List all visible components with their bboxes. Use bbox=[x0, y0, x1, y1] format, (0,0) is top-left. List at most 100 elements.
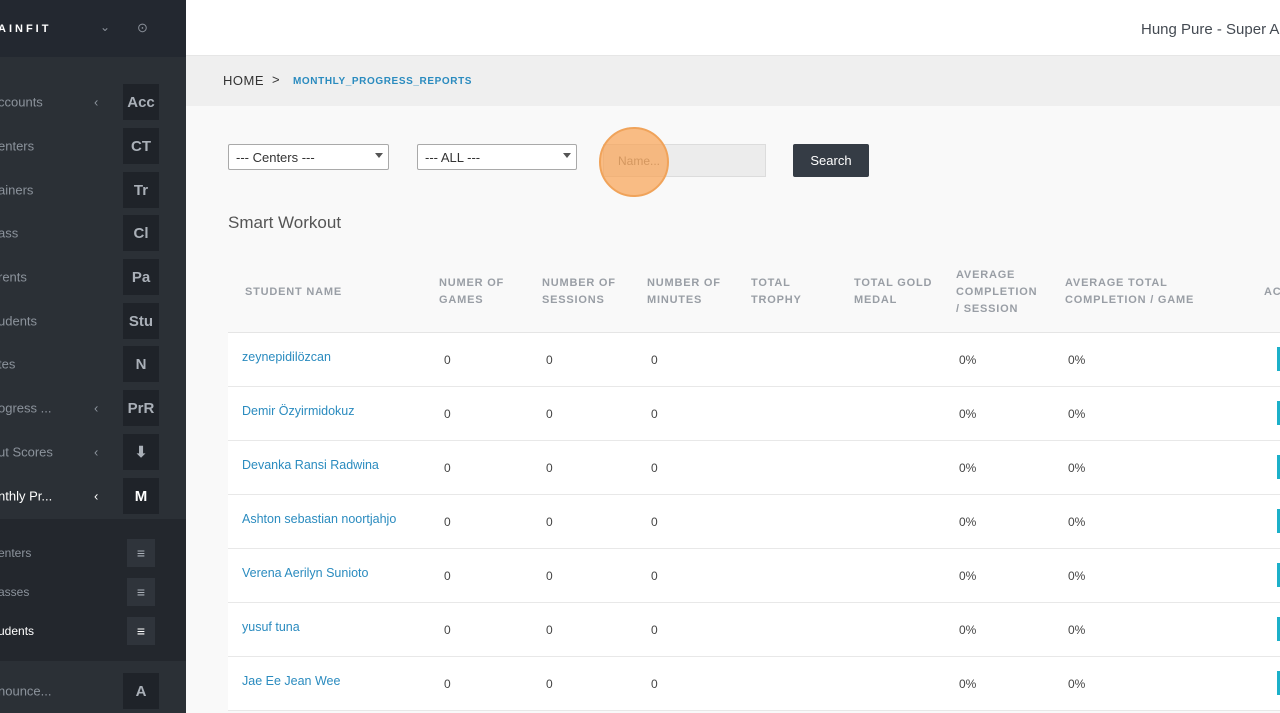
brand-logo: AINFIT bbox=[0, 23, 52, 35]
col-header-minutes[interactable]: NUMBER OF MINUTES bbox=[647, 275, 721, 309]
sidebar-item-workout-scores[interactable]: ut Scores ‹ ⬇ bbox=[0, 430, 186, 474]
submenu-item-classes[interactable]: asses ≡ bbox=[0, 572, 186, 611]
cell-games: 0 bbox=[444, 622, 451, 637]
sidebar-item-monthly-progress[interactable]: nthly Pr... ‹ M bbox=[0, 474, 186, 518]
cell-avg-session: 0% bbox=[959, 514, 977, 529]
sidebar-item-badge: Acc bbox=[123, 84, 159, 120]
main-content: --- Centers --- --- ALL --- Name... Sear… bbox=[186, 106, 1280, 713]
col-header-sessions[interactable]: NUMBER OF SESSIONS bbox=[542, 275, 616, 309]
sidebar-item-notes[interactable]: tes N bbox=[0, 342, 186, 386]
name-search-input[interactable]: Name... bbox=[603, 144, 766, 177]
sidebar-item-label: nthly Pr... bbox=[0, 488, 53, 504]
filter-select-value: --- ALL --- bbox=[425, 150, 481, 165]
user-menu[interactable]: Hung Pure - Super A bbox=[1141, 21, 1279, 38]
cell-games: 0 bbox=[444, 352, 451, 367]
breadcrumb-current[interactable]: MONTHLY_PROGRESS_REPORTS bbox=[293, 76, 472, 87]
cell-games: 0 bbox=[444, 676, 451, 691]
student-name-link[interactable]: Verena Aerilyn Sunioto bbox=[242, 566, 368, 580]
sidebar-item-label: enters bbox=[0, 138, 35, 154]
sidebar-item-badge: Tr bbox=[123, 172, 159, 208]
submenu-item-centers[interactable]: enters ≡ bbox=[0, 533, 186, 572]
cell-avg-game: 0% bbox=[1068, 514, 1086, 529]
table-row: Ashton sebastian noortjahjo 0 0 0 0% 0% bbox=[228, 495, 1280, 549]
sidebar-item-label: ass bbox=[0, 225, 19, 241]
filter-select[interactable]: --- ALL --- bbox=[417, 144, 577, 170]
sidebar-item-badge: PrR bbox=[123, 390, 159, 426]
top-bar: Hung Pure - Super A bbox=[186, 0, 1280, 56]
sidebar-header: AINFIT ⌄ ⊙ bbox=[0, 0, 186, 57]
submenu-item-label: udents bbox=[0, 623, 35, 638]
cell-games: 0 bbox=[444, 568, 451, 583]
chevron-left-icon: ‹ bbox=[94, 444, 99, 460]
student-name-link[interactable]: yusuf tuna bbox=[242, 620, 300, 634]
sidebar: AINFIT ⌄ ⊙ ccounts ‹ Acc enters CT ainer… bbox=[0, 0, 186, 713]
chevron-left-icon: ‹ bbox=[94, 94, 99, 110]
cell-minutes: 0 bbox=[651, 622, 658, 637]
dropdown-arrow-icon bbox=[375, 153, 383, 158]
sidebar-item-label: rents bbox=[0, 269, 27, 285]
cell-avg-session: 0% bbox=[959, 406, 977, 421]
col-header-gold-medal[interactable]: TOTAL GOLD MEDAL bbox=[854, 275, 932, 309]
cell-avg-game: 0% bbox=[1068, 352, 1086, 367]
cell-sessions: 0 bbox=[546, 676, 553, 691]
sidebar-item-trainers[interactable]: ainers Tr bbox=[0, 168, 186, 212]
sidebar-item-students[interactable]: udents Stu bbox=[0, 299, 186, 343]
sidebar-item-class[interactable]: ass Cl bbox=[0, 211, 186, 255]
chevron-left-icon: ‹ bbox=[94, 488, 99, 504]
cell-avg-game: 0% bbox=[1068, 568, 1086, 583]
breadcrumb-separator: > bbox=[272, 72, 280, 87]
sidebar-item-accounts[interactable]: ccounts ‹ Acc bbox=[0, 80, 186, 124]
cell-avg-game: 0% bbox=[1068, 622, 1086, 637]
sidebar-item-badge: M bbox=[123, 478, 159, 514]
dropdown-arrow-icon bbox=[563, 153, 571, 158]
submenu-item-students[interactable]: udents ≡ bbox=[0, 611, 186, 650]
student-name-link[interactable]: Demir Özyirmidokuz bbox=[242, 404, 355, 418]
settings-icon[interactable]: ⊙ bbox=[137, 20, 148, 36]
cell-avg-game: 0% bbox=[1068, 406, 1086, 421]
sidebar-item-parents[interactable]: rents Pa bbox=[0, 255, 186, 299]
cell-avg-game: 0% bbox=[1068, 676, 1086, 691]
table-row: Demir Özyirmidokuz 0 0 0 0% 0% bbox=[228, 387, 1280, 441]
table-row: zeynepidilözcan 0 0 0 0% 0% bbox=[228, 333, 1280, 387]
sidebar-item-centers[interactable]: enters CT bbox=[0, 124, 186, 168]
col-header-student-name[interactable]: STUDENT NAME bbox=[245, 284, 342, 301]
student-name-link[interactable]: Ashton sebastian noortjahjo bbox=[242, 512, 396, 526]
cell-avg-session: 0% bbox=[959, 568, 977, 583]
cell-sessions: 0 bbox=[546, 568, 553, 583]
list-icon: ≡ bbox=[127, 538, 155, 567]
cell-avg-session: 0% bbox=[959, 460, 977, 475]
sidebar-item-label: ogress ... bbox=[0, 400, 52, 416]
cell-games: 0 bbox=[444, 460, 451, 475]
student-name-link[interactable]: zeynepidilözcan bbox=[242, 350, 331, 364]
sidebar-item-badge: Stu bbox=[123, 303, 159, 339]
cell-minutes: 0 bbox=[651, 352, 658, 367]
centers-select[interactable]: --- Centers --- bbox=[228, 144, 389, 170]
cell-minutes: 0 bbox=[651, 568, 658, 583]
col-header-avg-session[interactable]: AVERAGE COMPLETION / SESSION bbox=[956, 267, 1037, 318]
cell-sessions: 0 bbox=[546, 622, 553, 637]
submenu-item-label: enters bbox=[0, 545, 32, 560]
sidebar-item-announcements[interactable]: nounce... A bbox=[0, 669, 186, 713]
chevron-down-icon[interactable]: ⌄ bbox=[100, 20, 110, 34]
cell-games: 0 bbox=[444, 406, 451, 421]
table-row: Devanka Ransi Radwina 0 0 0 0% 0% bbox=[228, 441, 1280, 495]
cell-avg-session: 0% bbox=[959, 622, 977, 637]
cell-sessions: 0 bbox=[546, 460, 553, 475]
section-title: Smart Workout bbox=[228, 213, 342, 232]
cell-sessions: 0 bbox=[546, 406, 553, 421]
sidebar-item-label: nounce... bbox=[0, 683, 52, 699]
table-row: Jae Ee Jean Wee 0 0 0 0% 0% bbox=[228, 657, 1280, 711]
sidebar-item-badge: A bbox=[123, 673, 159, 709]
centers-select-value: --- Centers --- bbox=[236, 150, 315, 165]
student-name-link[interactable]: Jae Ee Jean Wee bbox=[242, 674, 340, 688]
student-name-link[interactable]: Devanka Ransi Radwina bbox=[242, 458, 379, 472]
col-header-avg-game[interactable]: AVERAGE TOTAL COMPLETION / GAME bbox=[1065, 275, 1194, 309]
col-header-trophy[interactable]: TOTAL TROPHY bbox=[751, 275, 802, 309]
sidebar-item-progress-reports[interactable]: ogress ... ‹ PrR bbox=[0, 386, 186, 430]
col-header-games[interactable]: NUMER OF GAMES bbox=[439, 275, 504, 309]
breadcrumb-home[interactable]: HOME bbox=[223, 73, 264, 88]
sidebar-item-badge: Pa bbox=[123, 259, 159, 295]
sidebar-item-badge: Cl bbox=[123, 215, 159, 251]
search-button[interactable]: Search bbox=[793, 144, 869, 177]
sidebar-item-label: ainers bbox=[0, 182, 34, 198]
